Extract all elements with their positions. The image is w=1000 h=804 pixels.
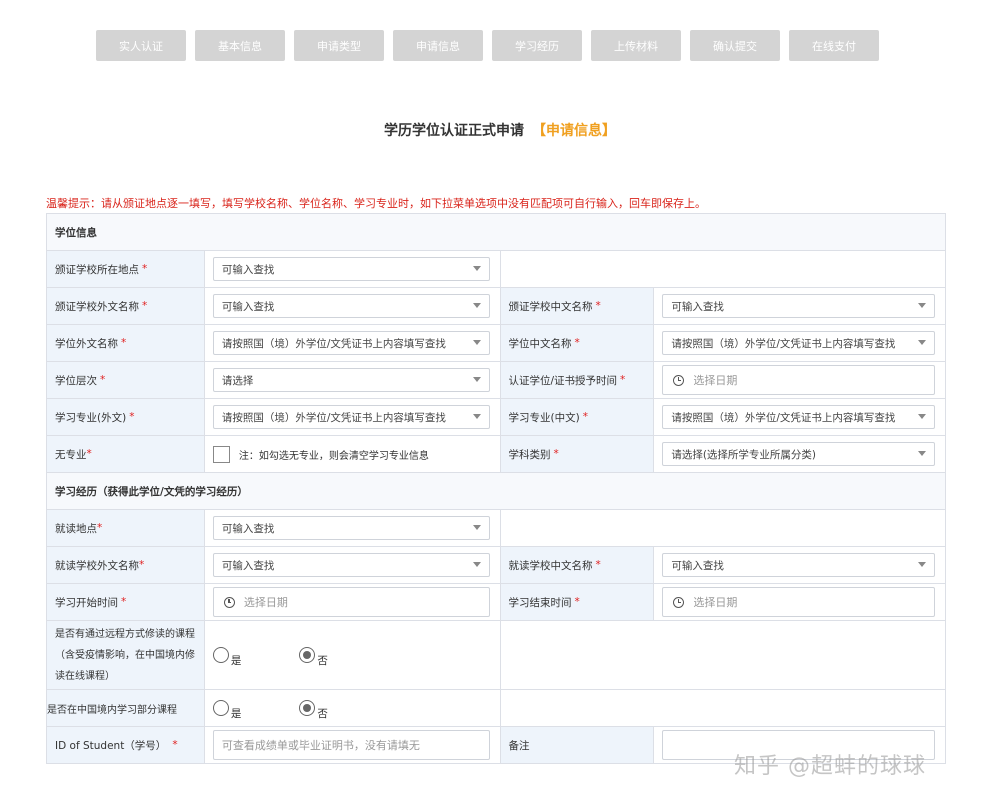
clock-icon [673,596,685,608]
radio-button[interactable] [212,700,229,716]
degree-level-select[interactable]: 请选择 [212,368,490,392]
chevron-down-icon [472,525,481,530]
step-study-history[interactable]: 学习经历 [492,30,582,61]
step-upload[interactable]: 上传材料 [591,30,681,61]
chevron-down-icon [918,451,926,456]
field-label: 学习专业(外文) * [47,399,205,435]
clock-icon [223,596,235,608]
degree-foreign-select[interactable]: 请按照国（境）外学位/文凭证书上内容填写查找 [212,331,490,355]
form-row: 学习开始时间 * 选择日期 学习结束时间 * 选择日期 [47,584,946,621]
field-label: ID of Student（学号） * [47,727,205,763]
remote-no-option[interactable]: 否 [299,643,328,668]
warm-tip: 温馨提示：请从颁证地点逐一填写，填写学校名称、学位名称、学习专业时，如下拉菜单选… [46,197,706,210]
issue-location-select[interactable]: 可输入查找 [212,257,490,281]
field-label: 学习专业(中文) * [500,399,655,435]
study-school-foreign-select[interactable]: 可输入查找 [212,553,490,577]
form-row: 就读地点 * 可输入查找 [47,510,946,547]
field-label: 学科类别 * [500,436,655,472]
chevron-down-icon [472,562,481,567]
step-pay[interactable]: 在线支付 [789,30,879,61]
study-location-select[interactable]: 可输入查找 [212,516,490,540]
section-title: 学位信息 [47,214,946,250]
application-form: 学位信息 颁证学校所在地点 * 可输入查找 颁证学校外文名称 * 可输入查找 颁证学… [46,213,946,764]
step-bar: 实人认证 基本信息 申请类型 申请信息 学习经历 上传材料 确认提交 在线支付 [96,30,879,61]
field-label: 颁证学校外文名称 * [47,288,205,324]
start-date-picker[interactable]: 选择日期 [212,587,490,617]
degree-chinese-select[interactable]: 请按照国（境）外学位/文凭证书上内容填写查找 [662,331,935,355]
china-part-no-option[interactable]: 否 [299,696,328,721]
chevron-down-icon [472,377,481,382]
step-apply-info[interactable]: 申请信息 [393,30,483,61]
field-label: 认证学位/证书授予时间 * [500,362,655,398]
step-basic-info[interactable]: 基本信息 [195,30,285,61]
form-row: 就读学校外文名称 * 可输入查找 就读学校中文名称 * 可输入查找 [47,547,946,584]
field-label: 无专业 * [47,436,205,472]
field-label: 学习结束时间 * [500,584,655,620]
form-row: 无专业 * 注：如勾选无专业，则会清空学习专业信息 学科类别 * 请选择(选择所学专… [47,436,946,473]
section-title: 学习经历（获得此学位/文凭的学习经历） [47,473,946,509]
field-label: 学位中文名称 * [500,325,655,361]
field-label: 学位外文名称 * [47,325,205,361]
field-label: 颁证学校中文名称 * [500,288,655,324]
china-part-yes-option[interactable]: 是 [212,696,241,721]
field-label: 备注 [500,727,655,763]
chevron-down-icon [472,266,481,271]
end-date-picker[interactable]: 选择日期 [662,587,935,617]
step-real-person[interactable]: 实人认证 [96,30,186,61]
section-header-degree: 学位信息 [47,214,946,251]
chevron-down-icon [472,414,481,419]
field-label: 是否在中国境内学习部分课程 [47,690,205,726]
school-foreign-select[interactable]: 可输入查找 [212,294,490,318]
section-header-study: 学习经历（获得此学位/文凭的学习经历） [47,473,946,510]
radio-button[interactable] [212,647,229,663]
major-chinese-select[interactable]: 请按照国（境）外学位/文凭证书上内容填写查找 [662,405,935,429]
remote-yes-option[interactable]: 是 [212,643,241,668]
chevron-down-icon [918,414,926,419]
school-chinese-select[interactable]: 可输入查找 [662,294,935,318]
field-label: 就读学校外文名称 * [47,547,205,583]
no-major-note: 注：如勾选无专业，则会清空学习专业信息 [238,450,429,462]
form-row: 学位层次 * 请选择 认证学位/证书授予时间 * 选择日期 [47,362,946,399]
study-school-chinese-select[interactable]: 可输入查找 [662,553,935,577]
page-title-highlight: 【申请信息】 [532,123,616,139]
major-foreign-select[interactable]: 请按照国（境）外学位/文凭证书上内容填写查找 [212,405,490,429]
step-confirm[interactable]: 确认提交 [690,30,780,61]
clock-icon [673,374,685,386]
form-row: 学位外文名称 * 请按照国（境）外学位/文凭证书上内容填写查找 学位中文名称 * 请… [47,325,946,362]
discipline-select[interactable]: 请选择(选择所学专业所属分类) [662,442,935,466]
chevron-down-icon [472,340,481,345]
chevron-down-icon [472,303,481,308]
form-row: 是否在中国境内学习部分课程 是 否 [47,690,946,727]
form-row: 颁证学校外文名称 * 可输入查找 颁证学校中文名称 * 可输入查找 [47,288,946,325]
grant-date-picker[interactable]: 选择日期 [662,365,935,395]
page-title: 学历学位认证正式申请 【申请信息】 [0,120,1000,140]
field-label: 颁证学校所在地点 * [47,251,205,287]
radio-button[interactable] [299,700,316,716]
form-row: 学习专业(外文) * 请按照国（境）外学位/文凭证书上内容填写查找 学习专业(中文… [47,399,946,436]
chevron-down-icon [918,303,926,308]
form-row: 是否有通过远程方式修读的课程（含受疫情影响，在中国境内修读在线课程） 是 否 [47,621,946,690]
student-id-input[interactable]: 可查看成绩单或毕业证明书，没有请填无 [212,730,490,760]
watermark: 知乎 @超蚌的球球 [734,754,926,779]
page-title-main: 学历学位认证正式申请 [384,123,524,139]
field-label: 学位层次 * [47,362,205,398]
radio-button[interactable] [299,647,316,663]
chevron-down-icon [918,562,926,567]
chevron-down-icon [918,340,926,345]
field-label: 是否有通过远程方式修读的课程（含受疫情影响，在中国境内修读在线课程） [47,621,205,689]
form-row: 颁证学校所在地点 * 可输入查找 [47,251,946,288]
no-major-checkbox[interactable] [212,445,230,463]
field-label: 学习开始时间 * [47,584,205,620]
field-label: 就读地点 * [47,510,205,546]
step-apply-type[interactable]: 申请类型 [294,30,384,61]
field-label: 就读学校中文名称 * [500,547,655,583]
